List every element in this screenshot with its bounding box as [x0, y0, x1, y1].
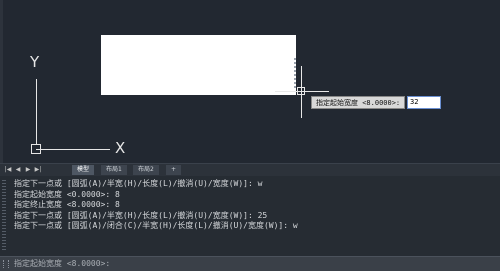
drawing-canvas[interactable]: 指定起始宽度 <8.0000>: 32 Y X — [0, 0, 500, 163]
tab-nav-next-icon[interactable]: ▶ — [24, 165, 32, 175]
layout-tab-bar: |◀ ◀ ▶ ▶| 模型 布局1 布局2 + — [0, 163, 500, 176]
history-line: 指定下一点或 [圆弧(A)/半宽(H)/长度(L)/撤消(U)/宽度(W)]: … — [14, 210, 268, 220]
history-line: 指定下一点或 [圆弧(A)/半宽(H)/长度(L)/撤消(U)/宽度(W)]: … — [14, 179, 263, 188]
autocad-window: 指定起始宽度 <8.0000>: 32 Y X |◀ ◀ ▶ ▶| 模型 布局1… — [0, 0, 500, 271]
tab-model[interactable]: 模型 — [72, 165, 95, 175]
history-line: 指定下一点或 [圆弧(A)/闭合(C)/半宽(H)/长度(L)/撤消(U)/宽度… — [14, 221, 298, 230]
command-line-prompt[interactable]: 指定起始宽度 <8.0000>: — [14, 258, 110, 270]
ucs-y-axis — [36, 79, 37, 145]
polyline-rectangle[interactable] — [101, 35, 296, 95]
ucs-y-label: Y — [30, 53, 40, 71]
ucs-origin-icon — [31, 144, 41, 154]
history-grip-handle[interactable] — [2, 180, 6, 250]
tab-layout1[interactable]: 布局1 — [101, 165, 127, 175]
tab-nav-first-icon[interactable]: |◀ — [4, 165, 12, 175]
tab-nav-last-icon[interactable]: ▶| — [34, 165, 42, 175]
command-line-grip-icon[interactable] — [3, 260, 9, 268]
polyline-rubberband — [294, 58, 296, 88]
ucs-x-label: X — [115, 139, 126, 157]
history-line: 指定终止宽度 <8.0000>: 8 — [14, 200, 120, 209]
command-history: 指定下一点或 [圆弧(A)/半宽(H)/长度(L)/撤消(U)/宽度(W)]: … — [0, 176, 500, 256]
command-line[interactable]: 指定起始宽度 <8.0000>: — [0, 256, 500, 271]
dynamic-input-prompt: 指定起始宽度 <8.0000>: — [311, 96, 406, 109]
ucs-x-axis — [36, 149, 110, 150]
tab-add-layout-button[interactable]: + — [166, 165, 182, 175]
crosshair-pickbox — [297, 87, 305, 95]
dynamic-input-field[interactable]: 32 — [407, 96, 441, 109]
tab-layout2[interactable]: 布局2 — [133, 165, 159, 175]
history-line: 指定起始宽度 <0.0000>: 8 — [14, 189, 120, 199]
tab-nav-prev-icon[interactable]: ◀ — [14, 165, 22, 175]
